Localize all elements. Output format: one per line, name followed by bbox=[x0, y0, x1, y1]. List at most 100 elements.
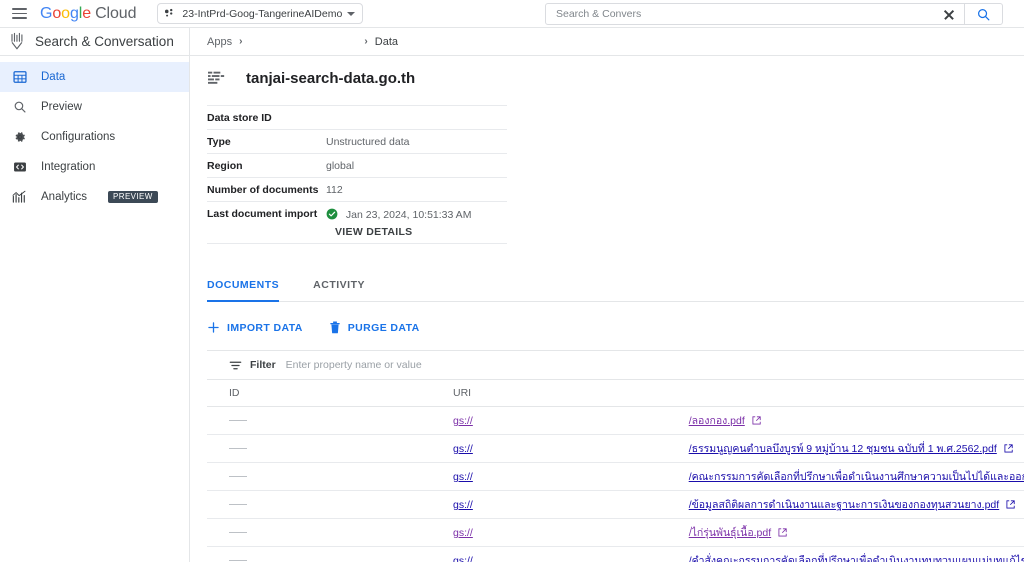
external-link-icon[interactable] bbox=[778, 528, 787, 537]
table-row[interactable]: gs:// /ธรรมนูญคนตำบลบึงบูรพ์ 9 หมู่บ้าน … bbox=[207, 434, 1024, 463]
gear-icon bbox=[11, 129, 28, 146]
cell-uri: gs:// /ลองกอง.pdf bbox=[431, 406, 1024, 435]
detail-row: Type Unstructured data bbox=[207, 129, 507, 154]
breadcrumb-item-data: Data bbox=[374, 35, 399, 48]
sidebar-item-configurations[interactable]: Configurations bbox=[0, 122, 189, 152]
detail-row: Number of documents 112 bbox=[207, 177, 507, 202]
table-row[interactable]: gs:// /ไก่รุ่นพันธุ์เนื้อ.pdf bbox=[207, 518, 1024, 547]
uri-file-link[interactable]: /คำสั่งคณะกรรมการคัดเลือกที่ปรึกษาเพื่อด… bbox=[689, 555, 1024, 562]
filter-icon[interactable] bbox=[229, 359, 242, 372]
code-brackets-icon bbox=[11, 159, 28, 176]
redacted-id bbox=[229, 420, 247, 422]
project-name-label: 23-IntPrd-Goog-TangerineAIDemo bbox=[182, 7, 343, 20]
hamburger-menu-icon[interactable] bbox=[0, 0, 38, 28]
plus-icon bbox=[208, 322, 219, 333]
tab-documents[interactable]: DOCUMENTS bbox=[207, 279, 296, 302]
uri-file-link[interactable]: /ธรรมนูญคนตำบลบึงบูรพ์ 9 หมู่บ้าน 12 ชุม… bbox=[689, 443, 997, 455]
cell-id bbox=[207, 518, 431, 547]
cell-id bbox=[207, 546, 431, 562]
purge-data-button[interactable]: PURGE DATA bbox=[329, 321, 420, 334]
breadcrumb: Apps › › Data bbox=[190, 36, 398, 48]
detail-key: Region bbox=[207, 159, 243, 172]
cell-uri: gs:// /ไก่รุ่นพันธุ์เนื้อ.pdf bbox=[431, 518, 1024, 547]
view-details-button[interactable]: VIEW DETAILS bbox=[335, 226, 413, 238]
external-link-icon[interactable] bbox=[752, 416, 761, 425]
table-row[interactable]: gs:// /คำสั่งคณะกรรมการคัดเลือกที่ปรึกษา… bbox=[207, 546, 1024, 562]
sidebar-item-data[interactable]: Data bbox=[0, 62, 189, 92]
documents-table: ID URI gs:// /ลองกอง.pdf gs:// /ธรรมนูญค… bbox=[207, 380, 1024, 562]
project-selector[interactable]: 23-IntPrd-Goog-TangerineAIDemo bbox=[157, 3, 364, 24]
datastore-list-icon bbox=[208, 71, 225, 84]
filter-label: Filter bbox=[250, 359, 276, 371]
breadcrumb-item-apps[interactable]: Apps bbox=[207, 36, 232, 48]
cell-id bbox=[207, 490, 431, 519]
uri-scheme-link[interactable]: gs:// bbox=[453, 499, 473, 511]
redacted-id bbox=[229, 560, 247, 562]
cell-uri: gs:// /คำสั่งคณะกรรมการคัดเลือกที่ปรึกษา… bbox=[431, 546, 1024, 562]
uri-scheme-link[interactable]: gs:// bbox=[453, 471, 473, 483]
filter-input[interactable] bbox=[283, 358, 1024, 372]
sidebar-item-analytics[interactable]: Analytics PREVIEW bbox=[0, 182, 189, 212]
sidebar-item-label: Configurations bbox=[41, 131, 116, 143]
sidebar-item-label: Preview bbox=[41, 101, 82, 113]
close-x-icon[interactable] bbox=[938, 4, 960, 24]
trash-icon bbox=[330, 321, 340, 334]
detail-key: Number of documents bbox=[207, 183, 319, 196]
sidebar-item-label: Data bbox=[41, 71, 66, 83]
uri-file-link[interactable]: /ข้อมูลสถิติผลการดำเนินงานและฐานะการเงิน… bbox=[689, 499, 1000, 511]
table-row[interactable]: gs:// /คณะกรรมการคัดเลือกที่ปรึกษาเพื่อด… bbox=[207, 462, 1024, 491]
datastore-details-table: Data store ID Type Unstructured data Reg… bbox=[207, 105, 507, 244]
breadcrumb-separator-icon: › bbox=[364, 36, 368, 47]
table-row[interactable]: gs:// /ข้อมูลสถิติผลการดำเนินงานและฐานะก… bbox=[207, 490, 1024, 519]
uri-scheme-link[interactable]: gs:// bbox=[453, 415, 473, 427]
tab-activity[interactable]: ACTIVITY bbox=[296, 279, 382, 301]
detail-value: Jan 23, 2024, 10:51:33 AM bbox=[345, 208, 472, 221]
detail-value: 112 bbox=[326, 183, 343, 196]
search-submit-button[interactable] bbox=[964, 4, 1002, 24]
purge-data-label: PURGE DATA bbox=[347, 321, 420, 334]
main-content: tanjai-search-data.go.th Data store ID T… bbox=[190, 56, 1024, 562]
column-header-id[interactable]: ID bbox=[207, 380, 431, 407]
import-data-button[interactable]: IMPORT DATA bbox=[207, 321, 303, 334]
detail-row: Data store ID bbox=[207, 105, 507, 130]
data-grid-icon bbox=[11, 69, 28, 86]
datastore-header: tanjai-search-data.go.th bbox=[207, 70, 1024, 87]
uri-scheme-link[interactable]: gs:// bbox=[453, 443, 473, 455]
uri-file-link[interactable]: /ลองกอง.pdf bbox=[689, 415, 745, 427]
table-action-bar: IMPORT DATA PURGE DATA bbox=[207, 321, 1024, 334]
uri-file-link[interactable]: /ไก่รุ่นพันธุ์เนื้อ.pdf bbox=[689, 527, 771, 539]
breadcrumb-separator-icon: › bbox=[239, 36, 243, 47]
cell-uri: gs:// /ธรรมนูญคนตำบลบึงบูรพ์ 9 หมู่บ้าน … bbox=[431, 434, 1024, 463]
sidebar-item-label: Integration bbox=[41, 161, 96, 173]
external-link-icon[interactable] bbox=[1006, 500, 1015, 509]
search-icon bbox=[977, 8, 990, 20]
detail-row: Region global bbox=[207, 153, 507, 178]
detail-value: global bbox=[326, 159, 355, 172]
uri-file-link[interactable]: /คณะกรรมการคัดเลือกที่ปรึกษาเพื่อดำเนินง… bbox=[689, 471, 1024, 483]
column-header-uri[interactable]: URI bbox=[431, 380, 1024, 407]
google-cloud-logo[interactable]: Google Cloud bbox=[40, 5, 136, 23]
detail-value: Unstructured data bbox=[326, 135, 410, 148]
uri-scheme-link[interactable]: gs:// bbox=[453, 555, 473, 562]
detail-key: Type bbox=[207, 135, 231, 148]
search-input[interactable] bbox=[546, 7, 938, 21]
status-badge: PREVIEW bbox=[108, 190, 158, 204]
search-icon bbox=[11, 99, 28, 116]
sidebar-item-integration[interactable]: Integration bbox=[0, 152, 189, 182]
uri-scheme-link[interactable]: gs:// bbox=[453, 527, 473, 539]
detail-value bbox=[326, 106, 507, 130]
cell-id bbox=[207, 462, 431, 491]
redacted-id bbox=[229, 476, 247, 478]
global-search-bar[interactable] bbox=[545, 3, 1003, 25]
search-conversation-icon bbox=[11, 32, 23, 49]
success-check-icon bbox=[326, 208, 338, 219]
documents-table-body: gs:// /ลองกอง.pdf gs:// /ธรรมนูญคนตำบลบึ… bbox=[207, 406, 1024, 562]
page-title: tanjai-search-data.go.th bbox=[246, 70, 416, 87]
product-title: Search & Conversation bbox=[35, 34, 174, 49]
sidebar-item-preview[interactable]: Preview bbox=[0, 92, 189, 122]
redacted-id bbox=[229, 448, 247, 450]
content-tabs: DOCUMENTS ACTIVITY bbox=[207, 279, 1024, 302]
external-link-icon[interactable] bbox=[1004, 444, 1013, 453]
sidebar-nav: Data Preview Configurations Integration … bbox=[0, 56, 190, 562]
table-row[interactable]: gs:// /ลองกอง.pdf bbox=[207, 406, 1024, 435]
